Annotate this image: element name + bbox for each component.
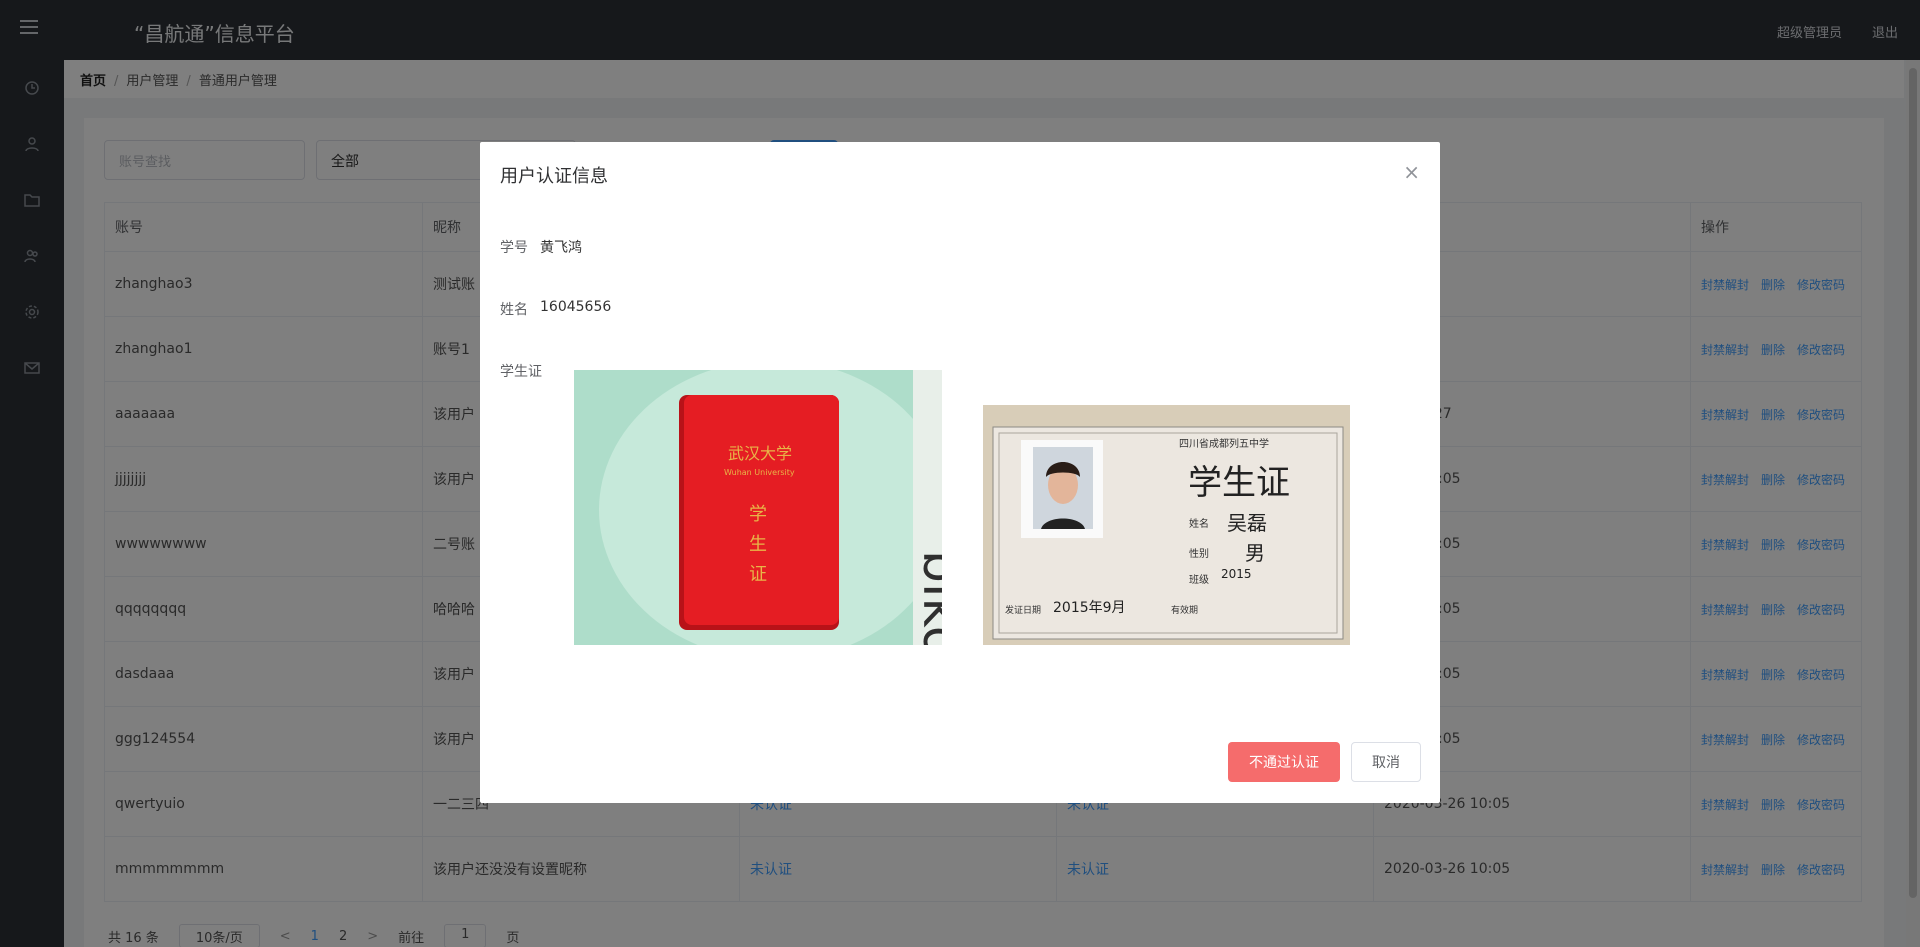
id-date-label: 发证日期 bbox=[1005, 606, 1042, 616]
id-valid-label: 有效期 bbox=[1171, 606, 1199, 616]
card-title: 学生证 bbox=[749, 504, 767, 585]
id-date: 2015年9月 bbox=[1053, 600, 1126, 616]
reject-verification-button[interactable]: 不通过认证 bbox=[1228, 742, 1340, 782]
name-value: 16045656 bbox=[540, 299, 612, 315]
close-icon[interactable]: × bbox=[1403, 160, 1420, 184]
verification-dialog: 用户认证信息 × 学号 黄飞鸿 姓名 16045656 学生证 biko 武汉大… bbox=[480, 142, 1440, 803]
dialog-title: 用户认证信息 bbox=[500, 166, 608, 187]
id-sex: 男 bbox=[1245, 541, 1265, 565]
card-school-cn: 武汉大学 bbox=[728, 444, 793, 463]
svg-text:biko: biko bbox=[911, 550, 942, 645]
student-card-photo-inner[interactable]: 四川省成都列五中学 学生证 姓名 吴磊 性别 男 班级 2015 发证日期 20… bbox=[983, 405, 1350, 645]
student-card-photo-front[interactable]: biko 武汉大学 Wuhan University 学生证 bbox=[574, 370, 942, 645]
id-sex-label: 性别 bbox=[1189, 549, 1209, 560]
id-school: 四川省成都列五中学 bbox=[1179, 439, 1269, 450]
id-title: 学生证 bbox=[1188, 463, 1290, 503]
cancel-button[interactable]: 取消 bbox=[1351, 742, 1421, 782]
card-school-en: Wuhan University bbox=[724, 468, 795, 477]
student-id-label: 学号 bbox=[500, 240, 528, 256]
id-class-label: 班级 bbox=[1189, 575, 1209, 586]
student-id-value: 黄飞鸿 bbox=[540, 240, 582, 256]
id-class: 2015 bbox=[1221, 567, 1252, 581]
id-name: 吴磊 bbox=[1227, 511, 1267, 535]
name-label: 姓名 bbox=[500, 302, 528, 318]
student-card-label: 学生证 bbox=[500, 364, 542, 380]
id-name-label: 姓名 bbox=[1189, 519, 1209, 530]
